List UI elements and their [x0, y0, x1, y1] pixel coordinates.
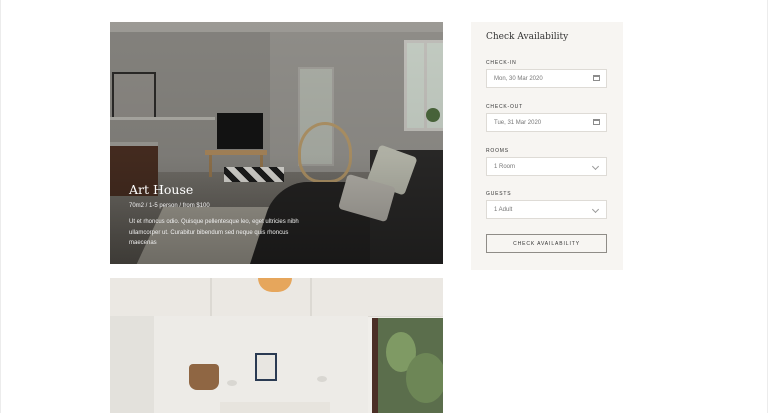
rooms-select[interactable]: 1 Room [486, 157, 607, 176]
room-description: Ut et rhoncus odio. Quisque pellentesque… [129, 219, 299, 246]
rooms-label: ROOMS [486, 148, 509, 154]
room-meta: 70m2 / 1-5 person / from $100 [129, 203, 210, 209]
checkout-value: Tue, 31 Mar 2020 [494, 120, 542, 126]
room-card-art-house[interactable]: Art House 70m2 / 1-5 person / from $100 … [110, 22, 443, 264]
check-availability-button[interactable]: CHECK AVAILABILITY [486, 234, 607, 253]
chevron-down-icon[interactable] [591, 205, 600, 214]
room-photo-foliage [406, 353, 443, 403]
room-photo-beam [210, 278, 212, 316]
checkin-field[interactable]: Mon, 30 Mar 2020 [486, 69, 607, 88]
availability-panel: Check Availability CHECK-IN Mon, 30 Mar … [471, 22, 623, 270]
room-photo-beam [310, 278, 312, 316]
guests-label: GUESTS [486, 191, 512, 197]
calendar-icon[interactable] [593, 119, 600, 125]
room-photo-side-wall [110, 316, 154, 413]
checkout-field[interactable]: Tue, 31 Mar 2020 [486, 113, 607, 132]
checkin-value: Mon, 30 Mar 2020 [494, 76, 543, 82]
availability-title: Check Availability [486, 32, 569, 42]
room-photo-window [372, 318, 443, 413]
page-edge-left [0, 0, 1, 413]
checkin-label: CHECK-IN [486, 60, 517, 66]
room-photo-wall-lamp [317, 376, 327, 382]
room-photo-frame [255, 353, 277, 381]
checkout-label: CHECK-OUT [486, 104, 523, 110]
calendar-icon[interactable] [593, 75, 600, 81]
room-photo-bag [189, 364, 219, 390]
chevron-down-icon[interactable] [591, 162, 600, 171]
room-card-second[interactable] [110, 278, 443, 413]
guests-value: 1 Adult [494, 207, 513, 213]
room-title[interactable]: Art House [129, 182, 193, 197]
room-photo-bed [220, 402, 330, 413]
rooms-value: 1 Room [494, 164, 516, 170]
guests-select[interactable]: 1 Adult [486, 200, 607, 219]
room-photo-wall-lamp [227, 380, 237, 386]
